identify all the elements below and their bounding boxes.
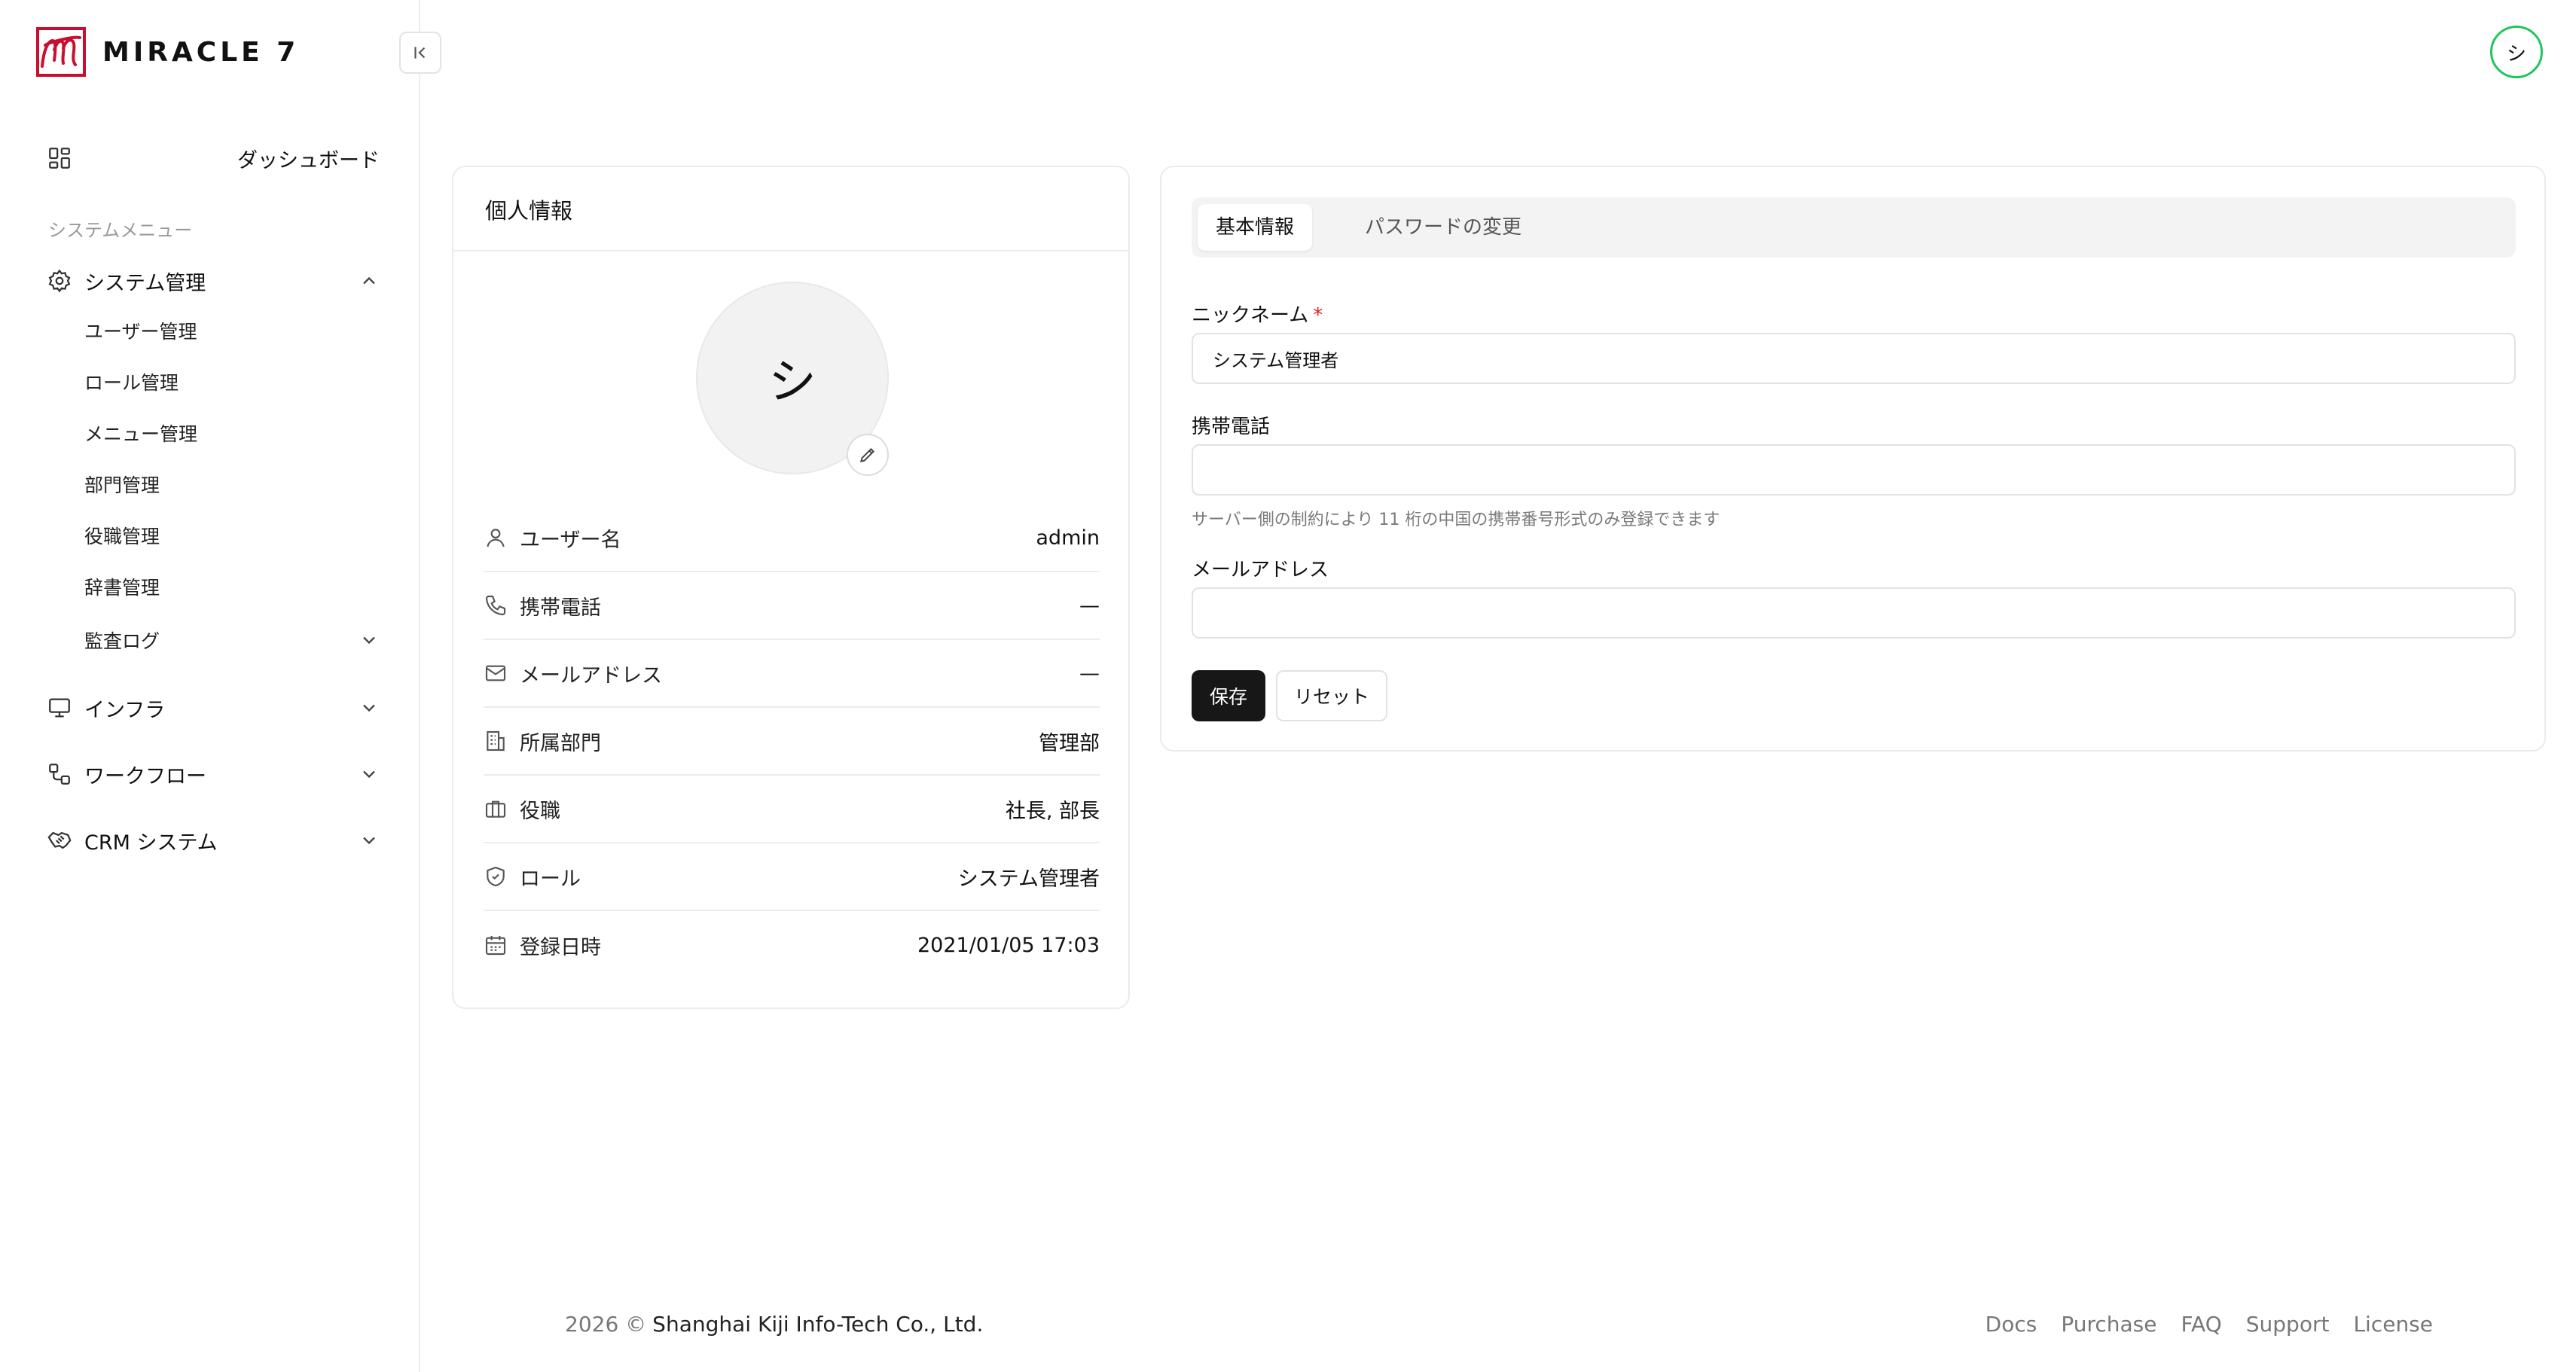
pencil-icon <box>859 448 874 463</box>
info-label: ロール <box>520 867 581 891</box>
footer-link-purchase[interactable]: Purchase <box>2061 1312 2156 1337</box>
building-icon <box>487 730 505 752</box>
chevron-down-icon <box>363 837 375 845</box>
sidebar-item-users[interactable]: ユーザー管理 <box>84 313 197 351</box>
nav-item-dashboard[interactable]: ダッシュボード <box>0 136 420 181</box>
info-value: システム管理者 <box>957 867 1100 891</box>
email-label: メールアドレス <box>1192 559 1329 581</box>
nav-label-dashboard: ダッシュボード <box>237 148 380 172</box>
nav-item-infra[interactable]: インフラ <box>0 685 420 730</box>
save-button[interactable]: 保存 <box>1192 670 1265 721</box>
phone-hint: サーバー側の制約により 11 桁の中国の携帯番号形式のみ登録できます <box>1192 511 1720 529</box>
info-value: 社長, 部長 <box>1005 799 1100 823</box>
mail-icon <box>485 665 506 681</box>
profile-card: 個人情報 シ ユーザー名 admin 携帯電話 — メールアドレス — 所属部門… <box>452 166 1130 1009</box>
info-row-email: メールアドレス — <box>484 640 1100 708</box>
brand-name: MIRACLE 7 <box>102 36 300 68</box>
info-label: 登録日時 <box>520 935 601 959</box>
chevron-up-icon[interactable] <box>359 270 380 291</box>
info-row-phone: 携帯電話 — <box>484 572 1100 640</box>
logo-mark-icon <box>36 27 86 77</box>
nav-label-system: システム管理 <box>84 271 206 295</box>
footer-link-docs[interactable]: Docs <box>1985 1312 2037 1337</box>
info-label: 携帯電話 <box>520 596 601 620</box>
user-icon <box>487 529 505 547</box>
brand-logo[interactable]: MIRACLE 7 <box>36 27 299 77</box>
handshake-icon <box>47 831 72 849</box>
footer-link-faq[interactable]: FAQ <box>2181 1312 2222 1337</box>
briefcase-icon <box>485 800 506 818</box>
gear-icon <box>48 269 71 293</box>
tab-change-password[interactable]: パスワードの変更 <box>1347 204 1540 251</box>
nickname-input[interactable] <box>1192 333 2516 384</box>
sidebar-item-positions[interactable]: 役職管理 <box>84 518 160 556</box>
workflow-icon <box>49 764 70 785</box>
nav-label-infra: インフラ <box>84 698 166 722</box>
shield-icon <box>487 866 505 887</box>
edit-avatar-button[interactable] <box>847 434 889 476</box>
info-value: admin <box>1036 526 1100 550</box>
nav-label-crm: CRM システム <box>84 831 218 855</box>
info-row-registered: 登録日時 2021/01/05 17:03 <box>484 911 1100 979</box>
tab-basic-info[interactable]: 基本情報 <box>1198 204 1313 251</box>
info-value: — <box>1079 593 1100 617</box>
user-avatar[interactable]: シ <box>2490 26 2543 78</box>
sidebar-item-departments[interactable]: 部門管理 <box>84 467 160 505</box>
calendar-icon <box>485 936 506 956</box>
info-row-username: ユーザー名 admin <box>484 505 1100 572</box>
info-row-department: 所属部門 管理部 <box>484 708 1100 776</box>
info-value: 2021/01/05 17:03 <box>917 933 1100 957</box>
sidebar-item-dictionary[interactable]: 辞書管理 <box>84 569 160 607</box>
footer-links: Docs Purchase FAQ Support License <box>1985 1312 2433 1337</box>
nav-item-crm[interactable]: CRM システム <box>0 818 420 863</box>
nav-item-system[interactable]: システム管理 <box>0 258 420 303</box>
sidebar-item-roles[interactable]: ロール管理 <box>84 364 179 402</box>
nickname-label-text: ニックネーム <box>1192 304 1309 327</box>
info-value: 管理部 <box>1039 731 1100 755</box>
phone-input[interactable] <box>1192 444 2516 495</box>
nav-item-workflow[interactable]: ワークフロー <box>0 752 420 797</box>
phone-label: 携帯電話 <box>1192 416 1271 438</box>
nav-label-workflow: ワークフロー <box>84 764 206 788</box>
phone-icon <box>485 595 506 616</box>
info-row-role: ロール システム管理者 <box>484 843 1100 911</box>
required-mark: * <box>1313 304 1323 327</box>
footer-link-support[interactable]: Support <box>2246 1312 2330 1337</box>
sidebar-item-menus[interactable]: メニュー管理 <box>84 416 197 453</box>
profile-card-title: 個人情報 <box>453 167 1128 252</box>
info-label: メールアドレス <box>520 663 662 688</box>
reset-button[interactable]: リセット <box>1276 670 1387 721</box>
info-label: ユーザー名 <box>520 528 621 552</box>
footer-copyright: 2026 © Shanghai Kiji Info-Tech Co., Ltd. <box>565 1312 983 1337</box>
email-input[interactable] <box>1192 587 2516 639</box>
sidebar-item-audit-log[interactable]: 監査ログ <box>0 617 420 663</box>
nickname-label: ニックネーム * <box>1192 300 1323 328</box>
info-label: 所属部門 <box>520 731 601 755</box>
info-label: 役職 <box>520 799 560 823</box>
dashboard-icon <box>49 148 70 169</box>
collapse-sidebar-button[interactable] <box>399 32 441 74</box>
profile-form-card: 基本情報 パスワードの変更 ニックネーム* 携帯電話 サーバー側の制約により 1… <box>1160 166 2546 752</box>
copyright-year: 2026 © <box>565 1312 647 1337</box>
collapse-left-icon <box>414 47 426 59</box>
monitor-icon <box>49 698 70 718</box>
chevron-down-icon <box>363 636 375 645</box>
company-name: Shanghai Kiji Info-Tech Co., Ltd. <box>652 1312 984 1337</box>
info-row-position: 役職 社長, 部長 <box>484 776 1100 843</box>
nav-label-audit-log: 監査ログ <box>84 630 160 652</box>
info-value: — <box>1079 661 1100 685</box>
chevron-down-icon <box>363 770 375 779</box>
chevron-down-icon <box>363 704 375 712</box>
tab-bar: 基本情報 パスワードの変更 <box>1192 197 2516 258</box>
nav-section-title: システムメニュー <box>48 220 193 241</box>
footer-link-license[interactable]: License <box>2353 1312 2433 1337</box>
sidebar: MIRACLE 7 ダッシュボード システムメニュー システム管理 ユーザー管理… <box>0 0 420 1372</box>
